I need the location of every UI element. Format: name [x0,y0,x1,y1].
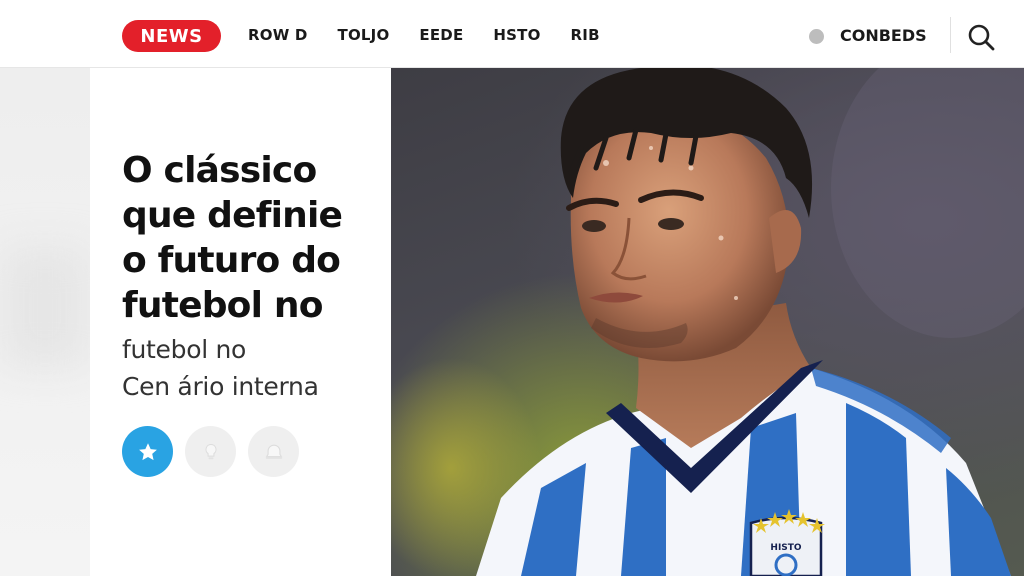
player-illustration: HISTO [391,68,1024,576]
header-divider [950,17,951,53]
headline-line: futebol no [122,285,323,326]
lightbulb-icon [205,443,216,459]
crest-text: HISTO [770,543,802,553]
nav-item-toljo[interactable]: TOLJO [338,26,390,44]
search-button[interactable] [966,22,998,52]
headline-line: O clássico [122,150,317,191]
left-margin-background [0,68,90,576]
headline-line: o futuro do [122,240,341,281]
status-dot-icon [809,29,824,44]
hero-image-football-player: HISTO [391,68,1024,576]
nav-item-row-d[interactable]: ROW D [248,26,308,44]
nav-item-hsto[interactable]: HSTO [493,26,540,44]
main-nav: ROW D TOLJO EEDE HSTO RIB [248,26,630,44]
nav-item-rib[interactable]: RIB [571,26,600,44]
news-logo-button[interactable]: NEWS [122,20,221,52]
nav-item-eede[interactable]: EEDE [419,26,463,44]
top-navigation-bar: NEWS ROW D TOLJO EEDE HSTO RIB CONBEDS [0,0,1024,68]
star-icon [138,442,157,460]
article-card[interactable]: O clássico que definie o futuro do futeb… [90,68,391,576]
article-headline[interactable]: O clássico que definie o futuro do futeb… [122,148,382,328]
subheadline-line: futebol no [122,335,247,364]
favorite-button[interactable] [122,426,173,477]
bell-icon [265,444,282,459]
account-link[interactable]: CONBEDS [840,26,927,45]
article-subheadline: futebol no Cen ário interna [122,331,384,405]
article-actions [122,426,311,477]
subheadline-line: Cen ário interna [122,372,319,401]
headline-line: que definie [122,195,343,236]
notify-button[interactable] [248,426,299,477]
idea-button[interactable] [185,426,236,477]
search-icon [968,24,995,51]
